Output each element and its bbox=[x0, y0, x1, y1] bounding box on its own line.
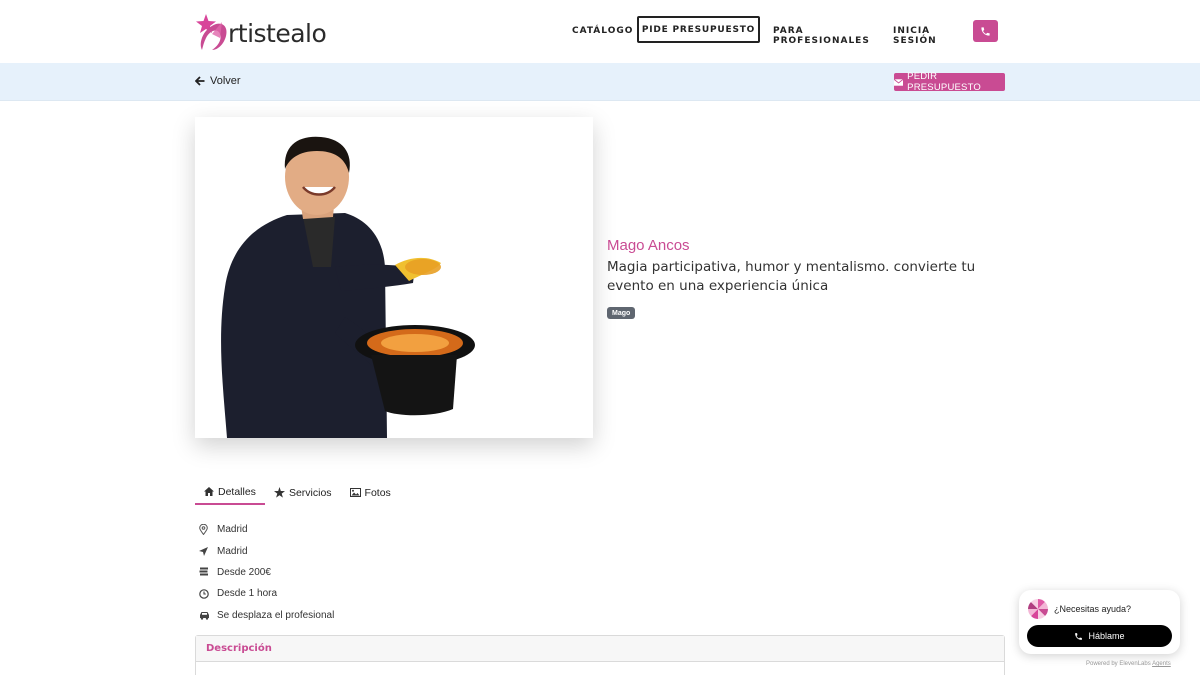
nav-inicia-sesion[interactable]: INICIA SESIÓN bbox=[893, 26, 937, 46]
phone-icon bbox=[981, 26, 990, 36]
detail-travel-area-text: Madrid bbox=[217, 545, 248, 557]
powered-by: Powered by ElevenLabs Agents bbox=[1086, 661, 1171, 667]
car-icon bbox=[200, 611, 209, 620]
pedir-presupuesto-button[interactable]: PEDIR PRESUPUESTO bbox=[894, 71, 1005, 93]
detail-travel-area: Madrid bbox=[199, 540, 334, 561]
tab-servicios[interactable]: Servicios bbox=[265, 480, 341, 505]
tab-detalles-label: Detalles bbox=[218, 485, 256, 498]
envelope-icon bbox=[894, 78, 904, 86]
tab-servicios-label: Servicios bbox=[288, 486, 332, 499]
tab-fotos[interactable]: Fotos bbox=[341, 480, 400, 505]
back-label: Volver bbox=[210, 75, 241, 87]
pedir-presupuesto-label: PEDIR PRESUPUESTO bbox=[907, 71, 981, 93]
home-icon bbox=[204, 487, 214, 496]
profile-tabs: Detalles Servicios Fotos bbox=[195, 480, 400, 505]
powered-by-link[interactable]: Agents bbox=[1152, 661, 1171, 667]
action-bar: Volver PEDIR PRESUPUESTO bbox=[0, 63, 1200, 101]
logo-text: rtistealo bbox=[228, 18, 327, 48]
detail-mobility-text: Se desplaza el profesional bbox=[217, 609, 335, 621]
hablame-label: Háblame bbox=[1088, 631, 1125, 641]
map-pin-icon bbox=[199, 524, 208, 536]
detail-duration-text: Desde 1 hora bbox=[217, 588, 278, 600]
help-widget: ¿Necesitas ayuda? Háblame bbox=[1019, 590, 1180, 654]
logo[interactable]: rtistealo bbox=[196, 12, 327, 52]
category-badge[interactable]: Mago bbox=[607, 307, 636, 319]
tab-fotos-label: Fotos bbox=[364, 486, 391, 499]
site-header: rtistealo CATÁLOGO PIDE PRESUPUESTO PARA… bbox=[0, 0, 1200, 63]
image-icon bbox=[349, 488, 361, 497]
description-title: Descripción bbox=[196, 636, 1004, 662]
details-list: Madrid Madrid Desde 200€ Desde 1 hora Se… bbox=[199, 519, 334, 626]
detail-location: Madrid bbox=[199, 519, 334, 540]
money-icon bbox=[199, 567, 208, 576]
phone-icon bbox=[1075, 632, 1083, 640]
powered-by-text: Powered by ElevenLabs bbox=[1086, 661, 1151, 667]
logo-star-icon bbox=[196, 14, 227, 50]
help-question: ¿Necesitas ayuda? bbox=[1054, 604, 1132, 614]
detail-price: Desde 200€ bbox=[199, 562, 334, 583]
assistant-avatar-icon bbox=[1028, 599, 1048, 619]
nav-para-profesionales[interactable]: PARA PROFESIONALES bbox=[773, 26, 870, 46]
detail-mobility: Se desplaza el profesional bbox=[199, 605, 334, 626]
back-link[interactable]: Volver bbox=[195, 75, 241, 87]
artist-photo bbox=[195, 117, 593, 438]
phone-button[interactable] bbox=[973, 20, 998, 42]
nav-catalogo[interactable]: CATÁLOGO bbox=[572, 26, 633, 36]
magician-illustration bbox=[221, 136, 475, 438]
artist-name: Mago Ancos bbox=[607, 237, 690, 254]
location-arrow-icon bbox=[199, 546, 208, 556]
artist-description: Magia participativa, humor y mentalismo.… bbox=[607, 259, 976, 294]
arrow-left-icon bbox=[195, 76, 205, 86]
detail-duration: Desde 1 hora bbox=[199, 583, 334, 604]
star-icon bbox=[273, 487, 285, 498]
tab-detalles[interactable]: Detalles bbox=[195, 480, 265, 505]
clock-icon bbox=[199, 589, 209, 599]
hablame-button[interactable]: Háblame bbox=[1027, 625, 1172, 647]
detail-location-text: Madrid bbox=[217, 524, 248, 536]
description-panel: Descripción bbox=[195, 635, 1005, 675]
detail-price-text: Desde 200€ bbox=[217, 566, 271, 578]
pide-presupuesto-button[interactable]: PIDE PRESUPUESTO bbox=[637, 16, 760, 43]
